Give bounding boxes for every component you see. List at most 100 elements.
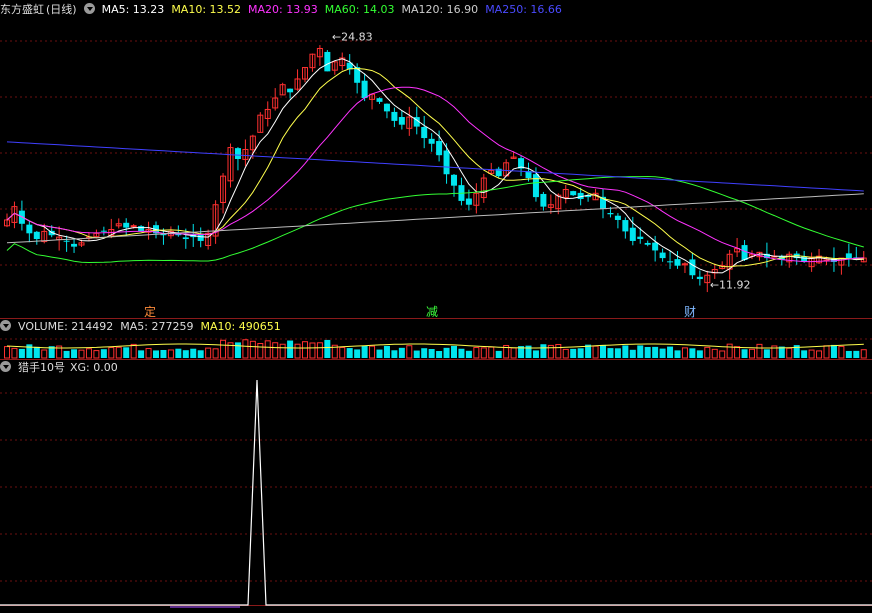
volume-bar xyxy=(719,350,726,359)
candle-body xyxy=(383,103,390,112)
volume-bar xyxy=(272,342,279,359)
volume-bar xyxy=(93,350,100,359)
volume-bar xyxy=(756,343,763,359)
volume-bar xyxy=(11,347,18,359)
signal-label: 财 xyxy=(684,305,696,319)
volume-bar xyxy=(622,345,629,358)
volume-bar xyxy=(85,348,92,359)
volume-bar xyxy=(458,348,465,358)
volume-bar xyxy=(853,350,860,358)
ma120-line xyxy=(6,193,864,244)
volume-bar xyxy=(145,348,152,359)
volume-bar xyxy=(398,347,405,358)
volume-bar xyxy=(182,350,189,358)
kline-chart[interactable]: ←24.83 ←11.92 定 减 财 xyxy=(0,0,872,613)
volume-bar xyxy=(838,345,845,359)
candle-body xyxy=(234,148,241,159)
volume-bar xyxy=(108,347,115,359)
volume-bar xyxy=(540,344,547,358)
volume-bar xyxy=(249,340,256,359)
volume-bar xyxy=(823,345,830,359)
xg-signal-line xyxy=(0,379,872,606)
volume-bar xyxy=(428,349,435,358)
candle-body xyxy=(138,226,145,232)
volume-bar xyxy=(816,350,823,359)
candle-body xyxy=(100,230,107,232)
volume-bar xyxy=(629,349,636,358)
candle-body xyxy=(391,111,398,121)
candle-body xyxy=(614,215,621,220)
volume-bar xyxy=(801,350,808,358)
candle-body xyxy=(667,261,674,263)
volume-bar xyxy=(4,346,10,359)
volume-bar xyxy=(175,348,182,358)
volume-bar xyxy=(361,345,368,358)
candle-body xyxy=(741,245,748,260)
ma10-line xyxy=(6,67,864,268)
volume-bar xyxy=(26,344,33,358)
volume-bar xyxy=(302,341,308,359)
volume-bar xyxy=(577,348,584,358)
volume-bar xyxy=(532,350,539,358)
volume-bar xyxy=(473,347,480,359)
candle-body xyxy=(182,237,189,240)
candle-body xyxy=(63,240,70,242)
volume-bar xyxy=(652,346,659,358)
signal-label: 定 xyxy=(144,304,156,319)
volume-bar xyxy=(860,349,867,359)
volume-bar xyxy=(570,348,577,358)
volume-bar xyxy=(711,348,718,359)
volume-bar xyxy=(480,347,487,359)
volume-bar xyxy=(167,349,174,359)
volume-bar xyxy=(607,348,614,358)
candle-body xyxy=(607,213,614,215)
volume-bar xyxy=(123,347,130,358)
candle-body xyxy=(436,141,443,156)
candle-body xyxy=(696,276,703,280)
volume-bar xyxy=(33,346,40,358)
volume-bar xyxy=(674,350,681,358)
candle-body xyxy=(652,242,659,251)
candle-body xyxy=(629,227,636,241)
volume-bar xyxy=(264,340,271,359)
volume-bar xyxy=(451,345,457,358)
volume-bar xyxy=(153,350,159,358)
volume-bar xyxy=(279,343,286,359)
volume-bar xyxy=(130,343,137,359)
volume-bar xyxy=(413,350,420,358)
ma250-line xyxy=(6,141,864,192)
candle-body xyxy=(540,193,547,207)
candle-body xyxy=(644,242,651,245)
candle-body xyxy=(845,253,852,259)
volume-bar xyxy=(383,345,390,358)
ma60-line xyxy=(6,175,864,264)
candle-body xyxy=(123,222,130,228)
candle-body xyxy=(354,67,361,83)
candle-body xyxy=(443,150,450,175)
volume-bar xyxy=(644,346,651,358)
volume-bar xyxy=(391,350,398,358)
candle-body xyxy=(532,174,539,198)
volume-bar xyxy=(369,345,376,359)
volume-bar xyxy=(637,345,644,358)
volume-bar xyxy=(667,346,674,358)
candle-body xyxy=(674,259,681,266)
volume-bar xyxy=(212,348,219,359)
high-marker: ←24.83 xyxy=(332,30,373,43)
volume-bar xyxy=(190,348,197,358)
volume-bar xyxy=(689,348,696,358)
volume-bar xyxy=(205,347,212,359)
candle-body xyxy=(287,88,294,93)
volume-bar xyxy=(495,350,502,358)
volume-bar xyxy=(339,347,346,359)
candle-body xyxy=(130,225,137,228)
volume-bar xyxy=(436,350,443,358)
candle-body xyxy=(421,127,428,139)
signal-label: 减 xyxy=(426,305,438,319)
volume-bar xyxy=(763,349,770,358)
candle-body xyxy=(428,138,435,144)
volume-bar xyxy=(234,342,241,358)
volume-bar xyxy=(242,339,249,359)
volume-bar xyxy=(510,347,517,359)
volume-bar xyxy=(100,349,107,358)
